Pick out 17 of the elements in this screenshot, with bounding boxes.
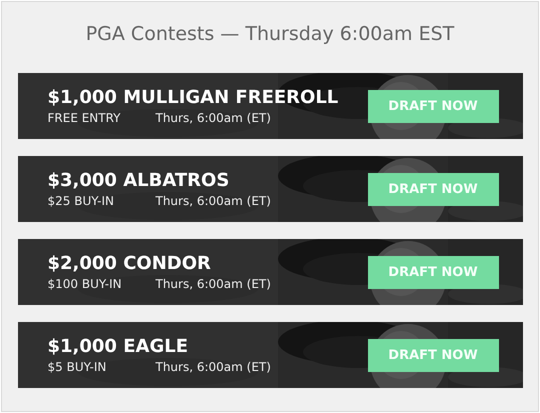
- page-title: PGA Contests — Thursday 6:00am EST: [86, 22, 454, 47]
- start-time: Thurs, 6:00am (ET): [156, 360, 271, 374]
- entry-fee: $100 BUY-IN: [48, 277, 123, 291]
- entry-fee: $25 BUY-IN: [48, 194, 115, 208]
- draft-now-button[interactable]: DRAFT NOW: [368, 256, 498, 288]
- draft-now-button[interactable]: DRAFT NOW: [368, 172, 498, 206]
- contest-title: $3,000 ALBATROS: [48, 170, 230, 192]
- start-time: Thurs, 6:00am (ET): [156, 194, 271, 208]
- draft-now-button[interactable]: DRAFT NOW: [368, 338, 498, 372]
- start-time: Thurs, 6:00am (ET): [156, 111, 271, 125]
- entry-fee: $5 BUY-IN: [48, 360, 108, 374]
- entry-fee: FREE ENTRY: [48, 111, 122, 125]
- contest-title: $1,000 EAGLE: [48, 336, 189, 358]
- start-time: Thurs, 6:00am (ET): [156, 277, 271, 291]
- contest-title: $2,000 CONDOR: [48, 253, 212, 275]
- draft-now-button[interactable]: DRAFT NOW: [368, 90, 498, 122]
- contest-title: $1,000 MULLIGAN FREEROLL: [48, 87, 338, 109]
